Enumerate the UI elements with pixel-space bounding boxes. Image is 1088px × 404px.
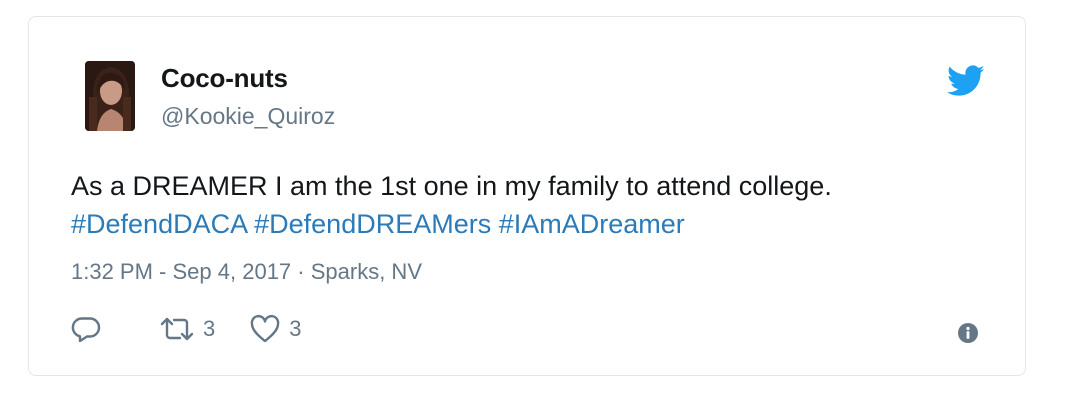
- twitter-bird-icon[interactable]: [947, 65, 985, 97]
- heart-icon: [249, 314, 281, 344]
- display-name[interactable]: Coco-nuts: [161, 63, 288, 94]
- hashtag-link[interactable]: #DefendDACA: [71, 209, 247, 239]
- hashtag-link[interactable]: #IAmADreamer: [499, 209, 685, 239]
- tweet-metadata: 1:32 PM - Sep 4, 2017 · Sparks, NV: [71, 259, 422, 285]
- action-bar: 3 3: [71, 313, 302, 345]
- hashtag-line: #DefendDACA #DefendDREAMers #IAmADreamer: [71, 205, 1011, 243]
- retweet-count: 3: [203, 316, 216, 341]
- like-count: 3: [289, 316, 302, 341]
- tweet-text: As a DREAMER I am the 1st one in my fami…: [71, 167, 1011, 243]
- metadata-separator: -: [152, 259, 173, 284]
- metadata-separator: ·: [291, 259, 311, 284]
- tweet-body: As a DREAMER I am the 1st one in my fami…: [71, 171, 832, 201]
- hashtag-link[interactable]: #DefendDREAMers: [254, 209, 491, 239]
- tweet-date[interactable]: Sep 4, 2017: [173, 259, 292, 284]
- reply-button[interactable]: [71, 314, 101, 344]
- tweet-card: Coco-nuts @Kookie_Quiroz As a DREAMER I …: [28, 16, 1026, 376]
- retweet-button[interactable]: 3: [159, 316, 215, 342]
- tweet-time[interactable]: 1:32 PM: [71, 259, 153, 284]
- avatar[interactable]: [85, 61, 135, 131]
- reply-icon: [71, 314, 101, 344]
- info-icon[interactable]: [957, 322, 979, 344]
- tweet-location[interactable]: Sparks, NV: [311, 259, 422, 284]
- retweet-icon: [159, 316, 195, 342]
- user-handle[interactable]: @Kookie_Quiroz: [161, 103, 335, 130]
- avatar-photo: [85, 61, 135, 131]
- like-button[interactable]: 3: [249, 314, 302, 344]
